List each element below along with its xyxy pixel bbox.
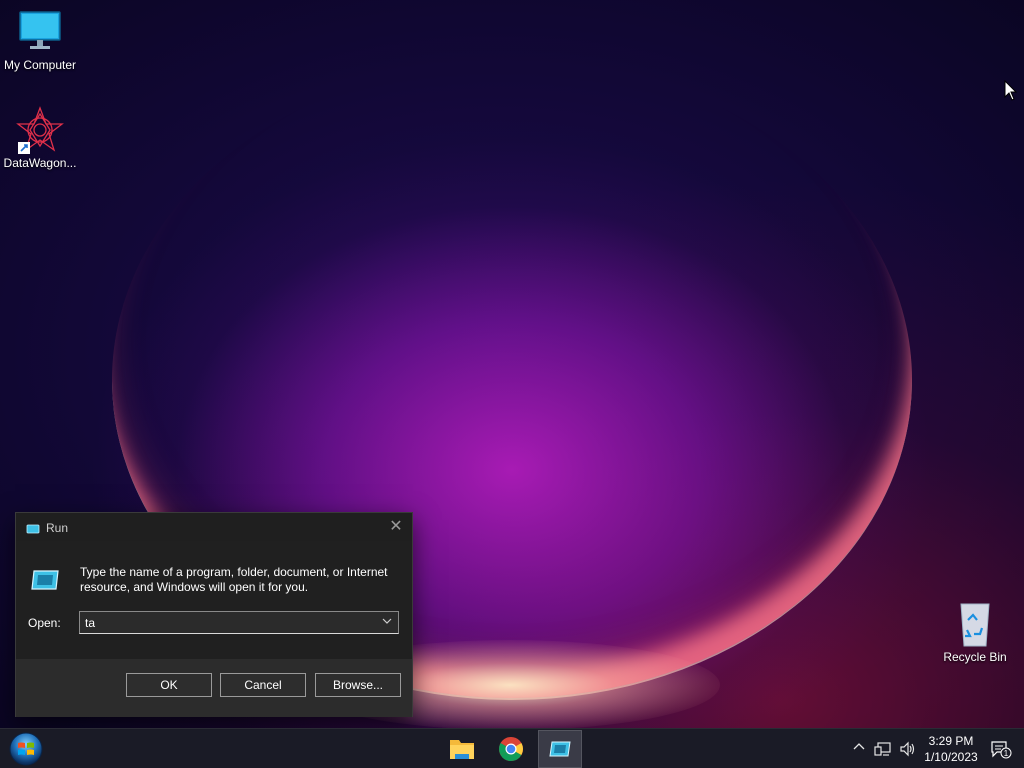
- open-label: Open:: [28, 616, 61, 630]
- chevron-up-icon[interactable]: [852, 739, 866, 756]
- desktop-icon-datawagon[interactable]: DataWagon...: [0, 106, 80, 170]
- taskbar-file-explorer[interactable]: [440, 730, 484, 768]
- notification-icon[interactable]: 1: [990, 739, 1012, 759]
- taskbar-chrome[interactable]: [489, 730, 533, 768]
- open-input[interactable]: [85, 615, 375, 631]
- monitor-icon: [16, 8, 64, 56]
- taskbar: 3:29 PM 1/10/2023 1: [0, 728, 1024, 768]
- chevron-down-icon[interactable]: [380, 615, 394, 629]
- taskbar-clock[interactable]: 3:29 PM 1/10/2023: [920, 733, 982, 765]
- run-dialog-titlebar[interactable]: Run ✕: [16, 513, 412, 541]
- run-icon: [30, 569, 60, 591]
- taskbar-run[interactable]: [538, 730, 582, 768]
- desktop-icon-label: DataWagon...: [3, 156, 77, 170]
- datawagon-logo-icon: [16, 106, 64, 154]
- run-dialog-description: Type the name of a program, folder, docu…: [80, 565, 388, 594]
- open-combobox[interactable]: [79, 611, 399, 634]
- desktop-icon-label: My Computer: [3, 58, 77, 72]
- mouse-cursor-icon: [1004, 79, 1018, 102]
- clock-time: 3:29 PM: [928, 734, 974, 748]
- start-button[interactable]: [7, 732, 45, 766]
- desktop-icon-recycle-bin[interactable]: Recycle Bin: [935, 600, 1015, 664]
- run-dialog-body: Type the name of a program, folder, docu…: [16, 541, 412, 659]
- cancel-button[interactable]: Cancel: [220, 673, 306, 697]
- windows-logo-icon: [9, 732, 43, 766]
- network-icon[interactable]: [874, 741, 892, 760]
- volume-icon[interactable]: [899, 741, 917, 760]
- recycle-bin-icon: [951, 600, 999, 648]
- ok-button[interactable]: OK: [126, 673, 212, 697]
- desktop-icon-label: Recycle Bin: [943, 650, 1007, 664]
- run-icon: [26, 521, 40, 534]
- close-icon[interactable]: ✕: [386, 517, 406, 537]
- run-dialog: Run ✕ Type the name of a program, folder…: [15, 512, 413, 717]
- run-dialog-footer: OK Cancel Browse...: [16, 659, 412, 717]
- notification-count: 1: [1004, 749, 1009, 758]
- chrome-icon: [499, 737, 523, 762]
- run-dialog-title: Run: [46, 521, 69, 535]
- run-icon: [549, 741, 571, 757]
- browse-button[interactable]: Browse...: [315, 673, 401, 697]
- folder-icon: [450, 740, 474, 759]
- desktop-icon-my-computer[interactable]: My Computer: [0, 8, 80, 72]
- clock-date: 1/10/2023: [924, 750, 978, 764]
